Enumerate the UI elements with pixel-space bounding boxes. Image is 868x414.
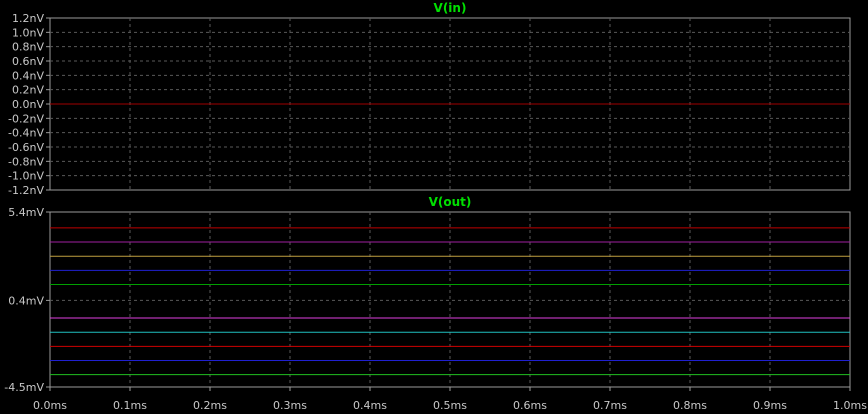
- y-tick-label: -0.8nV: [8, 155, 44, 168]
- x-tick-label: 0.8ms: [673, 399, 707, 412]
- x-tick-label: 0.9ms: [753, 399, 787, 412]
- plot-pane-1: 1.2nV1.0nV 0.8nV0.6nV0.4nV 0.2nV0.0nV-0.2n…: [8, 1, 851, 197]
- y-tick-label: 0.2nV: [12, 84, 44, 97]
- x-tick-label: 0.2ms: [193, 399, 227, 412]
- y-tick-label: 0.0nV: [12, 98, 44, 111]
- x-tick-label: 0.6ms: [513, 399, 547, 412]
- y-tick-label: 0.4mV: [8, 294, 44, 307]
- y-tick-label: -0.2nV: [8, 112, 44, 125]
- y-tick-label: 1.0nV: [12, 26, 44, 39]
- plot-pane-2: 5.4mV 0.4mV -4.5mV V(out): [4, 195, 851, 394]
- x-tick-label: 0.1ms: [113, 399, 147, 412]
- y-tick-label: -0.4nV: [8, 127, 44, 140]
- x-tick-label: 1.0ms: [833, 399, 867, 412]
- y-tick-label: -1.0nV: [8, 170, 44, 183]
- x-tick-label: 0.0ms: [33, 399, 67, 412]
- y-tick-label: 0.4nV: [12, 69, 44, 82]
- x-tick-label: 0.5ms: [433, 399, 467, 412]
- y-tick-label: -0.6nV: [8, 141, 44, 154]
- y-tick-label: 0.8nV: [12, 41, 44, 54]
- y-tick-label: 1.2nV: [12, 12, 44, 25]
- x-tick-label: 0.4ms: [353, 399, 387, 412]
- waveform-viewer: 1.2nV1.0nV 0.8nV0.6nV0.4nV 0.2nV0.0nV-0.2n…: [4, 1, 867, 412]
- plot-title: V(in): [434, 1, 467, 15]
- y-tick-label: 5.4mV: [8, 206, 44, 219]
- y-tick-label: 0.6nV: [12, 55, 44, 68]
- y-tick-label: -1.2nV: [8, 184, 44, 197]
- plot-title: V(out): [429, 195, 472, 209]
- y-tick-label: -4.5mV: [4, 381, 44, 394]
- x-tick-label: 0.3ms: [273, 399, 307, 412]
- x-tick-label: 0.7ms: [593, 399, 627, 412]
